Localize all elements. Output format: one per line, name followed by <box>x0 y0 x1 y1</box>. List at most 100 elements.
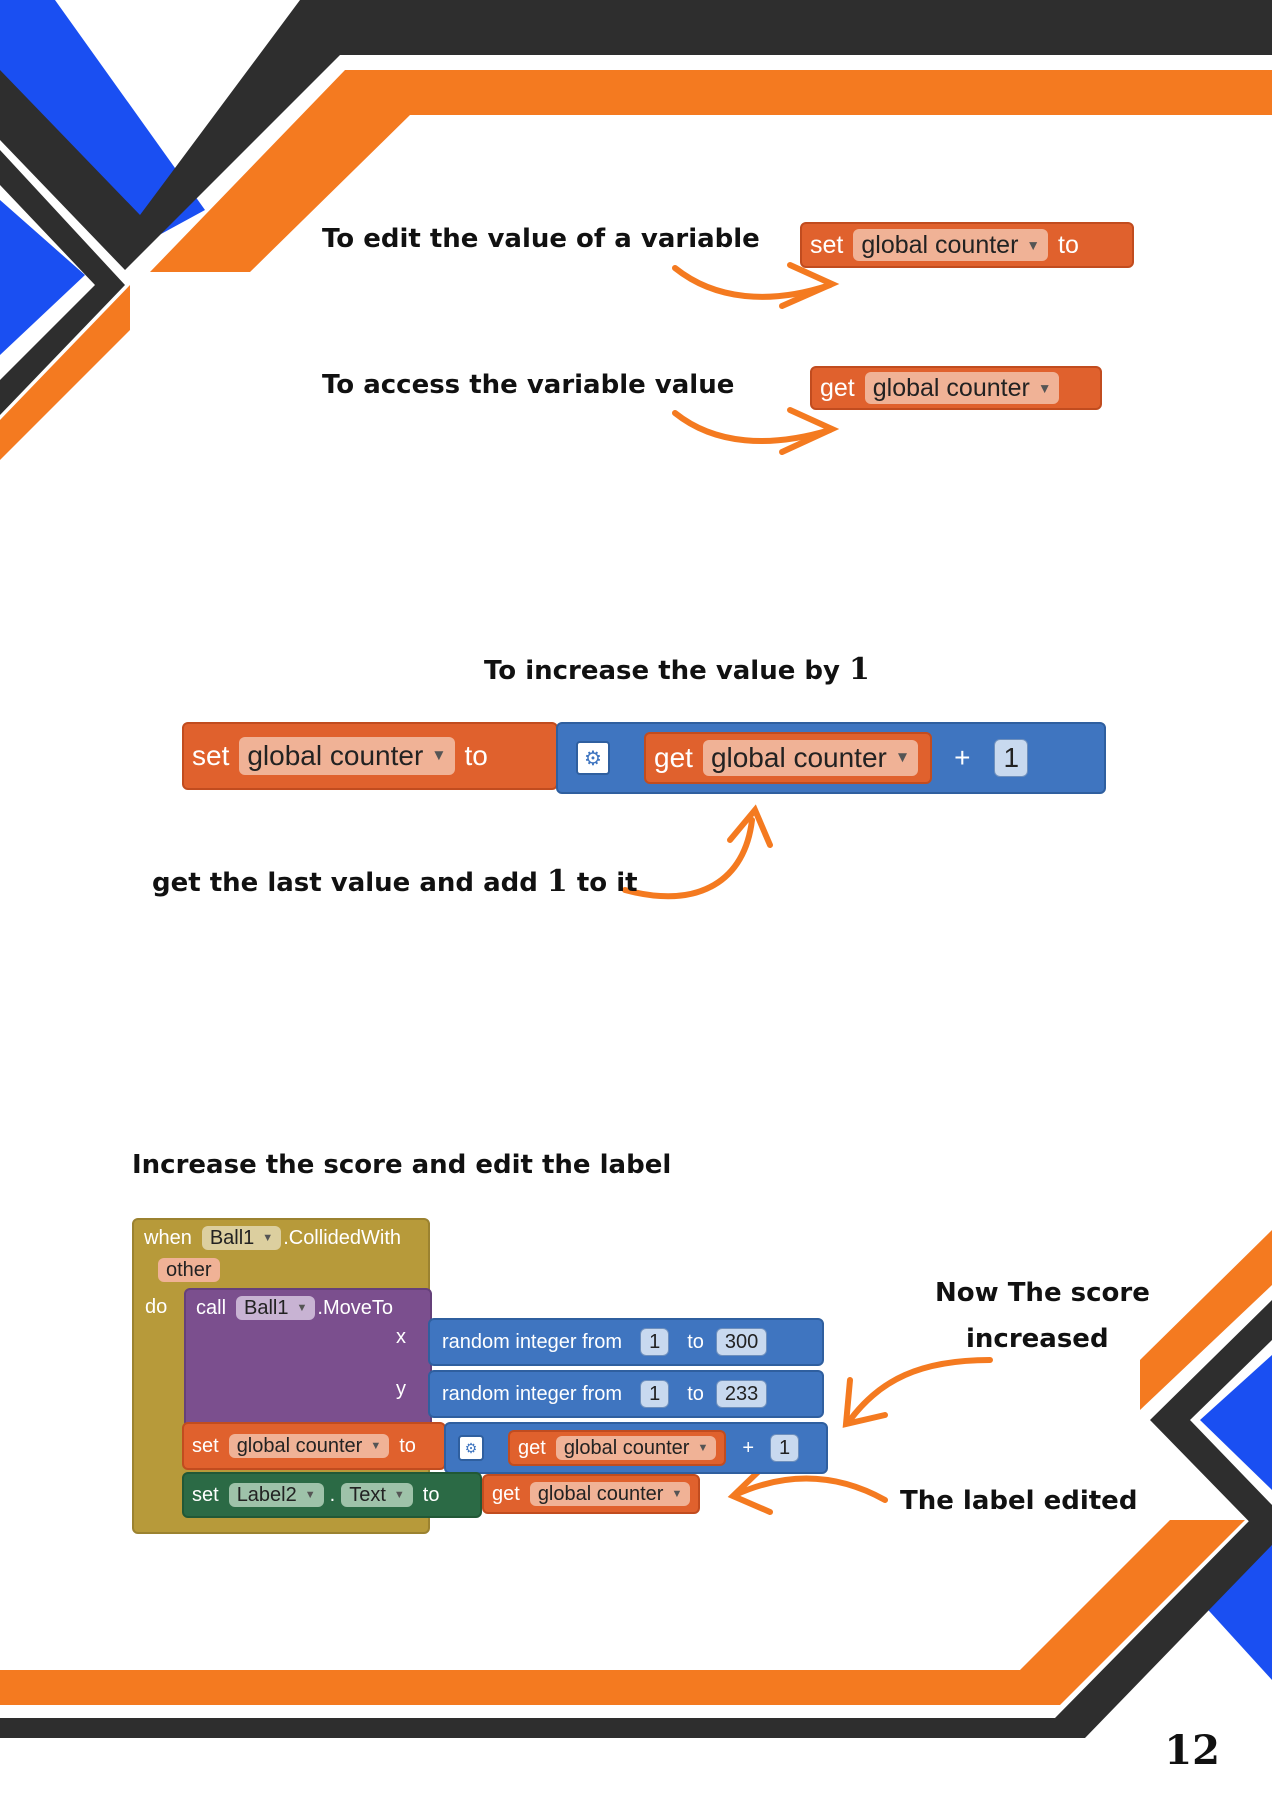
variable-name: global counter <box>872 373 1030 402</box>
caption-increase-by-text: To increase the value by <box>484 656 840 686</box>
caption-last-value: get the last value and add 1 to it <box>152 864 638 899</box>
random-x-max[interactable]: 300 <box>715 1328 768 1356</box>
plus-operator: + <box>742 1436 755 1459</box>
chevron-down-icon: ▼ <box>296 1302 308 1314</box>
to-keyword: to <box>1058 230 1079 259</box>
random-label: random integer from <box>442 1382 623 1405</box>
increment-set-block[interactable]: set global counter ▼ to <box>182 722 558 790</box>
chevron-down-icon: ▼ <box>671 1488 683 1500</box>
small-set-block[interactable]: set global counter ▼ to <box>182 1422 446 1470</box>
get-keyword: get <box>518 1436 546 1459</box>
variable-dropdown[interactable]: global counter ▼ <box>529 1482 691 1506</box>
to-keyword: to <box>687 1330 704 1353</box>
param-other[interactable]: other <box>158 1258 220 1282</box>
to-keyword: to <box>464 740 488 771</box>
call-keyword: call <box>196 1296 227 1319</box>
component-name: Ball1 <box>209 1226 255 1249</box>
chevron-down-icon: ▼ <box>894 749 911 766</box>
gear-icon[interactable]: ⚙ <box>576 741 610 775</box>
arrow-score-increased <box>847 1357 993 1423</box>
variable-name: global counter <box>247 740 424 771</box>
chevron-down-icon: ▼ <box>697 1442 709 1454</box>
variable-dropdown[interactable]: global counter ▼ <box>239 737 455 775</box>
variable-dropdown[interactable]: global counter ▼ <box>228 1434 390 1458</box>
addition-block[interactable]: ⚙ get global counter ▼ + 1 <box>556 722 1106 794</box>
caption-increase-score: Increase the score and edit the label <box>132 1150 672 1180</box>
caption-access-value: To access the variable value <box>322 370 735 400</box>
chevron-down-icon: ▼ <box>304 1489 316 1501</box>
call-header: call Ball1 ▼ .MoveTo <box>196 1296 393 1320</box>
arrow-label-edited <box>732 1475 888 1503</box>
page-number: 12 <box>1164 1727 1220 1774</box>
set-variable-block[interactable]: set global counter ▼ to <box>800 222 1134 268</box>
variable-name: global counter <box>563 1436 690 1459</box>
event-header: when Ball1 ▼ .CollidedWith <box>144 1226 401 1250</box>
plus-operator: + <box>954 742 971 773</box>
property-dropdown[interactable]: Text ▼ <box>341 1483 413 1507</box>
random-label: random integer from <box>442 1330 623 1353</box>
caption-last-value-prefix: get the last value and add <box>152 868 538 898</box>
dot-separator: . <box>329 1483 336 1506</box>
random-x-min[interactable]: 1 <box>640 1328 670 1356</box>
number-one[interactable]: 1 <box>770 1434 800 1462</box>
property-name: Text <box>349 1483 386 1506</box>
chevron-down-icon: ▼ <box>370 1440 382 1452</box>
component-name: Ball1 <box>244 1296 289 1319</box>
variable-name: global counter <box>710 742 887 773</box>
get-variable-block[interactable]: get global counter ▼ <box>810 366 1102 410</box>
random-integer-y-block[interactable]: random integer from 1 to 233 <box>428 1370 824 1418</box>
variable-dropdown[interactable]: global counter ▼ <box>702 740 919 776</box>
y-param-label: y <box>396 1378 406 1400</box>
arrow-to-set-block-head <box>779 262 840 309</box>
get-keyword: get <box>654 742 693 773</box>
caption-last-value-number: 1 <box>546 864 568 899</box>
get-variable-block[interactable]: get global counter ▼ <box>482 1474 700 1514</box>
get-keyword: get <box>820 373 855 402</box>
component-dropdown[interactable]: Ball1 ▼ <box>236 1296 316 1320</box>
variable-name: global counter <box>537 1482 664 1505</box>
random-integer-x-block[interactable]: random integer from 1 to 300 <box>428 1318 824 1366</box>
caption-increase-by-number: 1 <box>849 652 870 687</box>
variable-dropdown[interactable]: global counter ▼ <box>555 1436 717 1460</box>
variable-dropdown[interactable]: global counter ▼ <box>853 229 1049 261</box>
variable-name: global counter <box>861 230 1019 259</box>
component-dropdown[interactable]: Label2 ▼ <box>228 1483 324 1507</box>
caption-score-increased-line2: increased <box>966 1324 1109 1354</box>
x-param-label: x <box>396 1326 406 1348</box>
variable-name: global counter <box>236 1434 363 1457</box>
set-keyword: set <box>192 1434 219 1457</box>
chevron-down-icon: ▼ <box>1026 237 1041 253</box>
do-keyword: do <box>145 1296 168 1318</box>
chevron-down-icon: ▼ <box>431 747 447 764</box>
set-label-text-block[interactable]: set Label2 ▼ . Text ▼ to <box>182 1472 482 1518</box>
to-keyword: to <box>399 1434 416 1457</box>
variable-dropdown[interactable]: global counter ▼ <box>864 372 1060 404</box>
set-keyword: set <box>192 1483 219 1506</box>
event-name: .CollidedWith <box>283 1226 402 1249</box>
caption-last-value-suffix: to it <box>576 868 638 898</box>
number-one[interactable]: 1 <box>994 739 1029 777</box>
caption-increase-by: To increase the value by 1 <box>484 652 870 687</box>
random-y-max[interactable]: 233 <box>715 1380 768 1408</box>
component-dropdown[interactable]: Ball1 ▼ <box>201 1226 282 1250</box>
caption-label-edited: The label edited <box>900 1486 1138 1516</box>
to-keyword: to <box>687 1382 704 1405</box>
method-name: .MoveTo <box>317 1296 393 1319</box>
gear-icon[interactable]: ⚙ <box>458 1435 484 1461</box>
set-keyword: set <box>810 230 844 259</box>
get-variable-block[interactable]: get global counter ▼ <box>508 1430 727 1466</box>
get-keyword: get <box>492 1482 520 1505</box>
caption-edit-value: To edit the value of a variable <box>322 224 760 254</box>
small-addition-block[interactable]: ⚙ get global counter ▼ + 1 <box>444 1422 828 1474</box>
random-y-min[interactable]: 1 <box>640 1380 670 1408</box>
chevron-down-icon: ▼ <box>1037 380 1052 396</box>
set-keyword: set <box>192 740 230 771</box>
arrow-to-get-block-head <box>779 407 840 455</box>
chevron-down-icon: ▼ <box>262 1232 274 1244</box>
get-variable-block[interactable]: get global counter ▼ <box>644 732 933 784</box>
caption-score-increased-line1: Now The score <box>935 1278 1150 1308</box>
chevron-down-icon: ▼ <box>393 1489 405 1501</box>
arrow-to-get-plus <box>622 817 755 900</box>
component-name: Label2 <box>236 1483 297 1506</box>
when-keyword: when <box>144 1226 192 1249</box>
